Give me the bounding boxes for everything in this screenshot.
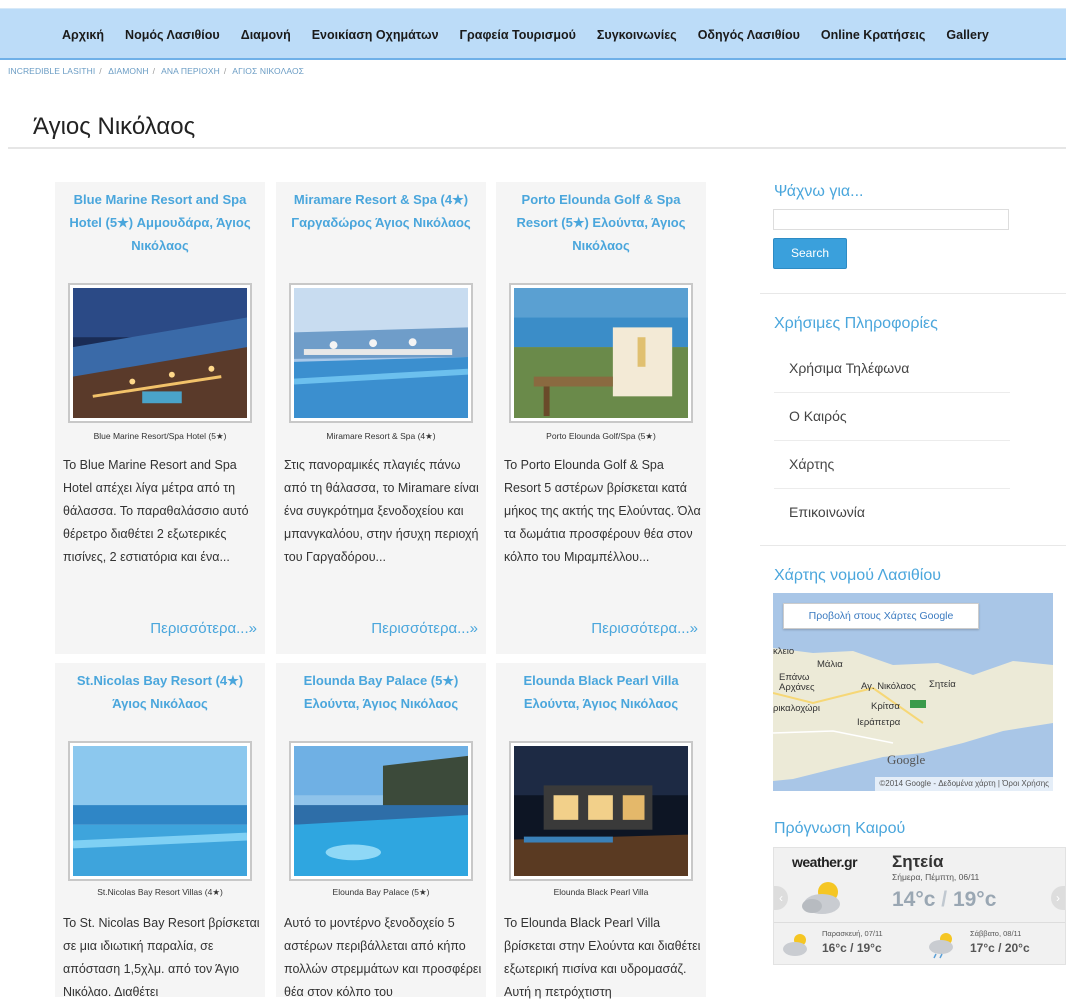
info-item-weather[interactable]: Ο Καιρός [774,393,1010,441]
sidebar-divider [760,545,1066,546]
map-attribution[interactable]: ©2014 Google - Δεδομένα χάρτη | Όροι Χρή… [875,777,1053,791]
hotel-description: Αυτό το μοντέρνο ξενοδοχείο 5 αστέρων πε… [284,916,482,999]
nav-item-gallery[interactable]: Gallery [946,28,988,42]
sidebar-divider [760,293,1066,294]
read-more-link[interactable]: Περισσότερα...» [591,620,698,637]
hotel-title[interactable]: St.Nicolas Bay Resort (4★) Άγιος Νικόλαο… [55,663,265,715]
weather-next-arrow[interactable]: › [1051,886,1065,910]
weather-logo: weather.gr [792,854,858,870]
nav-item-travel-agencies[interactable]: Γραφεία Τουρισμού [460,28,576,42]
nav-item-guide[interactable]: Οδηγός Λασιθίου [698,28,800,42]
weather-temp-low: 14°c [892,888,936,911]
info-list: Χρήσιμα Τηλέφωνα Ο Καιρός Χάρτης Επικοιν… [774,345,1010,537]
title-divider [8,147,1066,149]
nav-item-transport[interactable]: Συγκοινωνίες [597,28,677,42]
page-title: Άγιος Νικόλαος [33,113,196,140]
nav-item-online-bookings[interactable]: Online Κρατήσεις [821,28,925,42]
hotel-title[interactable]: Elounda Black Pearl Villa Ελούντα, Άγιος… [496,663,706,715]
hotel-card: Blue Marine Resort and Spa Hotel (5★) Αμ… [55,182,265,654]
nav-item-prefecture[interactable]: Νομός Λασιθίου [125,28,220,42]
top-navigation: Αρχική Νομός Λασιθίου Διαμονή Ενοικίαση … [0,8,1066,60]
breadcrumb-item[interactable]: ΑΝΑ ΠΕΡΙΟΧΗ [161,66,220,76]
hotel-card: Elounda Bay Palace (5★) Ελούντα, Άγιος Ν… [276,663,486,999]
weather-date: Σήμερα, Πέμπτη, 06/11 [892,872,980,882]
hotel-description: To Elounda Black Pearl Villa βρίσκεται σ… [504,916,701,999]
hotel-photo[interactable] [509,741,693,881]
search-button[interactable]: Search [773,238,847,269]
hotel-description: Το St. Nicolas Bay Resort βρίσκεται σε μ… [63,916,260,999]
hotel-photo[interactable] [289,741,473,881]
nav-item-accommodation[interactable]: Διαμονή [241,28,291,42]
breadcrumb-item[interactable]: ΔΙΑΜΟΝΗ [108,66,148,76]
hotel-card: St.Nicolas Bay Resort (4★) Άγιος Νικόλαο… [55,663,265,999]
info-item-map[interactable]: Χάρτης [774,441,1010,489]
weather-prev-arrow[interactable]: ‹ [774,886,788,910]
hotel-description: Στις πανοραμικές πλαγιές πάνω από τη θάλ… [284,458,479,564]
hotel-description: Το Blue Marine Resort and Spa Hotel απέχ… [63,458,249,564]
nav-item-home[interactable]: Αρχική [62,28,104,42]
breadcrumb-item[interactable]: INCREDIBLE LASITHI [8,66,95,76]
rain-cloud-icon [929,933,953,959]
read-more-link[interactable]: Περισσότερα...» [150,620,257,637]
hotel-photo[interactable] [68,741,252,881]
hotel-description: Το Porto Elounda Golf & Spa Resort 5 αστ… [504,458,701,564]
hotel-title[interactable]: Porto Elounda Golf & Spa Resort (5★) Ελο… [496,182,706,257]
hotel-card: Porto Elounda Golf & Spa Resort (5★) Ελο… [496,182,706,654]
map-heading: Χάρτης νομού Λασιθίου [774,567,941,584]
weather-city: Σητεία [892,852,944,871]
map-label: Κρίτσα [871,701,900,712]
partly-cloudy-icon [802,882,840,914]
hotel-card: Elounda Black Pearl Villa Ελούντα, Άγιος… [496,663,706,999]
hotel-photo[interactable] [509,283,693,423]
nav-item-car-rental[interactable]: Ενοικίαση Οχημάτων [312,28,439,42]
hotel-photo[interactable] [289,283,473,423]
forecast-day-temp: 16°c / 19°c [822,941,882,955]
hotel-photo[interactable] [68,283,252,423]
map-open-google-button[interactable]: Προβολή στους Χάρτες Google [783,603,979,629]
breadcrumb: INCREDIBLE LASITHI / ΔΙΑΜΟΝΗ / ΑΝΑ ΠΕΡΙΟΧΗ… [8,66,305,76]
partly-cloudy-icon [783,934,807,956]
info-item-contact[interactable]: Επικοινωνία [774,489,1010,537]
hotel-photo-caption: Blue Marine Resort/Spa Hotel (5★) [93,431,227,441]
hotel-photo-caption: Elounda Bay Palace (5★) [332,887,430,897]
map-label: Επάνω Αρχάνες [779,672,815,693]
hotel-photo-caption: Elounda Black Pearl Villa [553,887,649,897]
hotel-title[interactable]: Blue Marine Resort and Spa Hotel (5★) Αμ… [55,182,265,257]
map-label: Μάλια [817,659,843,670]
weather-widget: weather.gr ‹ › Σητεία Σήμερα, Πέμπτη, 06… [773,847,1066,965]
forecast-day-temp: 17°c / 20°c [970,941,1030,955]
weather-temperature: 14°c / 19°c [892,888,997,911]
weather-heading: Πρόγνωση Καιρού [774,820,906,837]
hotel-photo-caption: Porto Elounda Golf/Spa (5★) [546,431,656,441]
hotel-title[interactable]: Miramare Resort & Spa (4★) Γαργαδώρος Άγ… [276,182,486,234]
hotel-photo-caption: Miramare Resort & Spa (4★) [326,431,436,441]
map-label: Σητεία [929,679,956,690]
breadcrumb-item: ΑΓΙΟΣ ΝΙΚΟΛΑΟΣ [232,66,305,76]
map-label: κλειο [773,646,795,657]
map-label: ρικαλοχώρι [773,703,820,714]
google-logo: Google [887,752,926,767]
hotel-title[interactable]: Elounda Bay Palace (5★) Ελούντα, Άγιος Ν… [276,663,486,715]
read-more-link[interactable]: Περισσότερα...» [371,620,478,637]
map-label: Ιεράπετρα [857,717,901,728]
search-heading: Ψάχνω για... [774,183,864,200]
search-input[interactable] [773,209,1009,230]
hotel-card: Miramare Resort & Spa (4★) Γαργαδώρος Άγ… [276,182,486,654]
map-label: Αγ. Νικόλαος [861,681,916,692]
forecast-day-label: Σάββατο, 08/11 [970,929,1022,938]
hotel-photo-caption: St.Nicolas Bay Resort Villas (4★) [97,887,223,897]
google-map[interactable]: Προβολή στους Χάρτες Google κλειο Μάλια … [773,593,1053,791]
info-item-phones[interactable]: Χρήσιμα Τηλέφωνα [774,345,1010,393]
weather-temp-high: 19°c [952,888,997,911]
info-heading: Χρήσιμες Πληροφορίες [774,315,938,332]
weather-forecast: Παρασκευή, 07/11 16°c / 19°c Σάββατο, 08… [774,922,1065,965]
forecast-day-label: Παρασκευή, 07/11 [822,929,883,938]
